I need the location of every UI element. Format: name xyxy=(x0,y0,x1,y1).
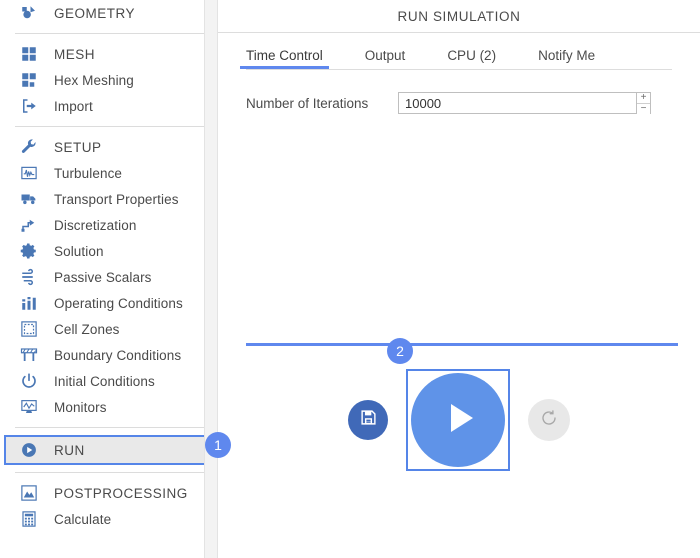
sidebar-item-mesh[interactable]: MESH xyxy=(4,41,214,67)
tab-output[interactable]: Output xyxy=(365,48,406,69)
truck-icon xyxy=(18,188,40,210)
sidebar-item-solution[interactable]: Solution xyxy=(4,238,214,264)
action-bar-divider xyxy=(246,343,678,346)
save-button[interactable] xyxy=(348,400,388,440)
postprocessing-icon xyxy=(18,482,40,504)
sidebar-item-label: Operating Conditions xyxy=(54,295,183,311)
play-circle-icon xyxy=(18,439,40,461)
iterations-label: Number of Iterations xyxy=(246,95,369,111)
bar-chart-icon xyxy=(18,292,40,314)
calculator-icon xyxy=(18,508,40,530)
run-play-button[interactable] xyxy=(411,373,505,467)
sidebar-item-monitors[interactable]: Monitors xyxy=(4,394,214,420)
sidebar-item-calculate[interactable]: Calculate xyxy=(4,506,214,532)
sidebar-item-cell-zones[interactable]: Cell Zones xyxy=(4,316,214,342)
sidebar-item-postprocessing[interactable]: POSTPROCESSING xyxy=(4,480,214,506)
discretization-icon xyxy=(18,214,40,236)
sidebar-item-label: Transport Properties xyxy=(54,191,179,207)
sidebar-nav-list: GEOMETRY MESH Hex Meshing Import SETUP Turbul… xyxy=(0,0,218,532)
iterations-decrement-button[interactable]: − xyxy=(637,104,650,114)
boundary-conditions-icon xyxy=(18,344,40,366)
sidebar-divider xyxy=(15,427,205,428)
turbulence-icon xyxy=(18,162,40,184)
gear-icon xyxy=(18,240,40,262)
hex-meshing-icon xyxy=(18,69,40,91)
play-icon xyxy=(435,395,481,446)
sidebar-item-discretization[interactable]: Discretization xyxy=(4,212,214,238)
sidebar-item-label: Boundary Conditions xyxy=(54,347,182,363)
tab-time-control[interactable]: Time Control xyxy=(240,48,329,69)
sidebar-item-passive-scalars[interactable]: Passive Scalars xyxy=(4,264,214,290)
sidebar-item-hex-meshing[interactable]: Hex Meshing xyxy=(4,67,214,93)
sidebar-item-geometry[interactable]: GEOMETRY xyxy=(4,0,214,26)
sidebar-item-label: Initial Conditions xyxy=(54,373,155,389)
tab-cpu-2[interactable]: CPU (2) xyxy=(447,48,496,69)
main-panel: RUN SIMULATION Time Control Output CPU (2)… xyxy=(218,0,700,558)
floppy-disk-icon xyxy=(360,409,377,431)
tab-notify-me[interactable]: Notify Me xyxy=(538,48,595,69)
monitor-icon xyxy=(18,396,40,418)
sidebar-item-label: Solution xyxy=(54,243,104,259)
reset-icon xyxy=(540,409,558,432)
sidebar-item-import[interactable]: Import xyxy=(4,93,214,119)
wind-icon xyxy=(18,266,40,288)
sidebar-item-run[interactable]: RUN xyxy=(4,435,206,465)
reset-button[interactable] xyxy=(528,399,570,441)
power-icon xyxy=(18,370,40,392)
step-badge-1: 1 xyxy=(205,432,231,458)
iterations-row: Number of Iterations + − xyxy=(246,92,672,114)
wrench-icon xyxy=(18,136,40,158)
sidebar-item-label: RUN xyxy=(54,442,85,458)
action-bar xyxy=(218,355,700,485)
sidebar-item-initial-conditions[interactable]: Initial Conditions xyxy=(4,368,214,394)
sidebar-item-label: Passive Scalars xyxy=(54,269,152,285)
sidebar-item-label: SETUP xyxy=(54,139,102,155)
sidebar-item-label: Hex Meshing xyxy=(54,72,134,88)
form-area: Number of Iterations + − xyxy=(218,70,700,114)
geometry-icon xyxy=(18,2,40,24)
sidebar-item-label: Import xyxy=(54,98,93,114)
sidebar-divider xyxy=(15,33,205,34)
sidebar-item-label: Monitors xyxy=(54,399,107,415)
sidebar: GEOMETRY MESH Hex Meshing Import SETUP Turbul… xyxy=(0,0,218,558)
sidebar-item-label: Discretization xyxy=(54,217,137,233)
sidebar-item-label: MESH xyxy=(54,46,96,62)
sidebar-divider xyxy=(15,472,205,473)
sidebar-item-label: Cell Zones xyxy=(54,321,120,337)
cell-zones-icon xyxy=(18,318,40,340)
step-badge-2: 2 xyxy=(387,338,413,364)
iterations-stepper-buttons: + − xyxy=(636,92,651,114)
sidebar-divider xyxy=(15,126,205,127)
play-button-highlight xyxy=(406,369,510,471)
page-title: RUN SIMULATION xyxy=(397,9,521,24)
sidebar-item-label: GEOMETRY xyxy=(54,5,136,21)
sidebar-item-setup[interactable]: SETUP xyxy=(4,134,214,160)
iterations-stepper[interactable]: + − xyxy=(398,92,651,114)
tab-bar: Time Control Output CPU (2) Notify Me xyxy=(218,33,700,69)
mesh-icon xyxy=(18,43,40,65)
sidebar-item-label: POSTPROCESSING xyxy=(54,485,188,501)
sidebar-item-label: Turbulence xyxy=(54,165,123,181)
sidebar-item-transport-properties[interactable]: Transport Properties xyxy=(4,186,214,212)
iterations-input[interactable] xyxy=(398,92,636,114)
sidebar-scrollbar[interactable] xyxy=(204,0,218,558)
sidebar-item-operating-conditions[interactable]: Operating Conditions xyxy=(4,290,214,316)
sidebar-item-boundary-conditions[interactable]: Boundary Conditions xyxy=(4,342,214,368)
sidebar-item-turbulence[interactable]: Turbulence xyxy=(4,160,214,186)
import-icon xyxy=(18,95,40,117)
sidebar-item-label: Calculate xyxy=(54,511,112,527)
app-root: GEOMETRY MESH Hex Meshing Import SETUP Turbul… xyxy=(0,0,700,558)
